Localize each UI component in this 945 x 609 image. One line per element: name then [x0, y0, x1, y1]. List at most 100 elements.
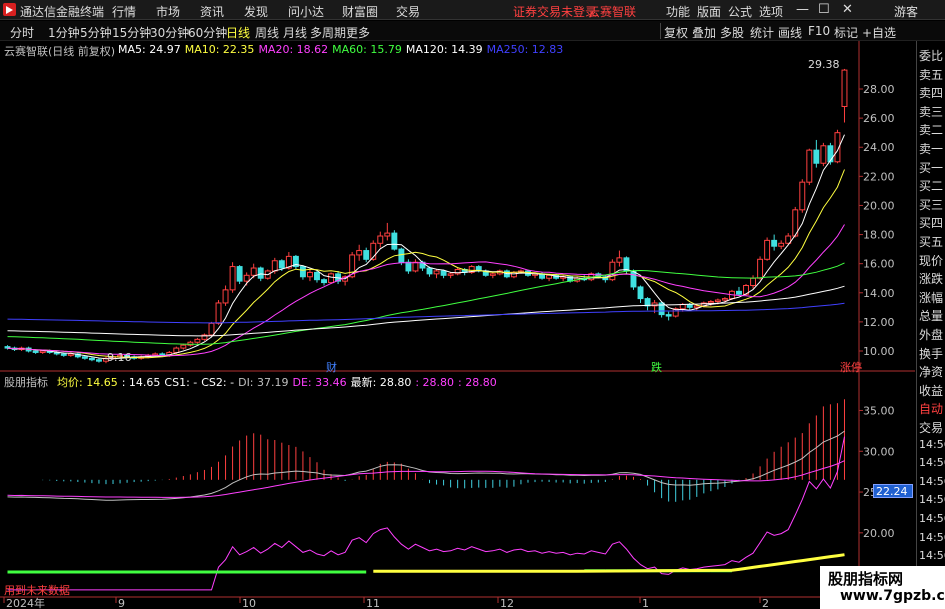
- candle-body: [405, 261, 412, 272]
- sidebar-item-22[interactable]: 14:56: [919, 456, 945, 469]
- period-intraday[interactable]: 分时: [10, 24, 34, 41]
- toolbar-draw[interactable]: 画线: [778, 24, 802, 41]
- sidebar-item-11[interactable]: 现价: [919, 252, 943, 269]
- event-finance-icon[interactable]: 财: [326, 359, 337, 375]
- sidebar-item-26[interactable]: 14:56: [919, 531, 945, 544]
- candle-body: [764, 239, 771, 260]
- period-daily[interactable]: 日线: [226, 24, 250, 41]
- candle-body: [173, 347, 180, 353]
- sidebar-item-2[interactable]: 卖四: [919, 84, 943, 101]
- candle-body: [679, 303, 686, 310]
- period-60min[interactable]: 60分钟: [188, 24, 227, 41]
- candle-body: [714, 299, 721, 303]
- candle-body: [637, 286, 644, 300]
- event-limitup-icon[interactable]: 涨停: [840, 359, 862, 375]
- period-1min[interactable]: 1分钟: [48, 24, 80, 41]
- price-tick-label: 12.00: [863, 316, 895, 329]
- date-tick-label: 9: [118, 597, 125, 609]
- candle-body: [321, 279, 327, 284]
- sidebar-item-9[interactable]: 买四: [919, 214, 943, 231]
- candle-body: [813, 149, 820, 164]
- sidebar-item-21[interactable]: 14:56: [919, 438, 945, 451]
- ma-legend-5: MA250: 12.83: [486, 43, 564, 56]
- menu-formula[interactable]: 公式: [728, 3, 752, 20]
- toolbar-mark[interactable]: 标记: [834, 24, 858, 41]
- period-15min[interactable]: 15分钟: [112, 24, 151, 41]
- period-multi[interactable]: 多周期: [310, 24, 346, 41]
- sidebar-item-20[interactable]: 交易: [919, 419, 943, 436]
- sidebar-item-24[interactable]: 14:56: [919, 493, 945, 506]
- candle-body: [721, 298, 728, 301]
- toolbar-adjust[interactable]: 复权: [664, 24, 688, 41]
- toolbar-stats[interactable]: 统计: [750, 24, 774, 41]
- period-monthly[interactable]: 月线: [283, 24, 307, 41]
- sidebar-item-18[interactable]: 收益: [919, 382, 943, 399]
- sidebar-item-10[interactable]: 买五: [919, 233, 943, 250]
- indicator-legend-5: DE: 33.46: [292, 376, 347, 389]
- period-30min[interactable]: 30分钟: [150, 24, 189, 41]
- sidebar-item-14[interactable]: 总量: [919, 307, 943, 324]
- sidebar-item-23[interactable]: 14:56: [919, 475, 945, 488]
- close-icon[interactable]: ✕: [842, 2, 853, 17]
- candle-body: [67, 353, 74, 356]
- sidebar-item-7[interactable]: 买二: [919, 177, 943, 194]
- sidebar-item-25[interactable]: 14:56: [919, 512, 945, 525]
- menu-item-trade[interactable]: 交易: [396, 3, 420, 20]
- candle-body: [454, 268, 461, 275]
- kline-chart-svg[interactable]: 28.00 26.00 24.00 22.00 20.00 18.00 16.00 14.00…: [0, 41, 915, 609]
- guest-user[interactable]: 游客: [894, 3, 918, 20]
- toolbar-overlay[interactable]: 叠加: [692, 24, 716, 41]
- quote-sidebar: 委比卖五 卖四卖三 卖二卖一买一 买二买三 买四买五现价 涨跌涨幅 总量外盘换手 净资收益 自动…: [916, 41, 945, 609]
- toolbar-f10[interactable]: F10: [808, 24, 830, 38]
- trade-login-status[interactable]: 证券交易未登录: [513, 3, 597, 20]
- candle-body: [208, 322, 215, 336]
- sidebar-item-5[interactable]: 卖一: [919, 140, 943, 157]
- price-tick-label: 22.00: [863, 170, 895, 183]
- maximize-icon[interactable]: ☐: [818, 2, 830, 17]
- period-5min[interactable]: 5分钟: [80, 24, 112, 41]
- menu-item-wealth[interactable]: 财富圈: [342, 3, 378, 20]
- toolbar-multistock[interactable]: 多股: [720, 24, 744, 41]
- indicator-legend-2: CS1: -: [164, 376, 198, 389]
- sidebar-item-6[interactable]: 买一: [919, 159, 943, 176]
- sidebar-item-17[interactable]: 净资: [919, 363, 943, 380]
- sidebar-item-0[interactable]: 委比: [919, 47, 943, 64]
- menu-item-discover[interactable]: 发现: [244, 3, 268, 20]
- period-more[interactable]: 更多: [346, 24, 370, 41]
- candle-body: [194, 338, 201, 343]
- candle-body: [778, 242, 785, 247]
- sidebar-item-16[interactable]: 换手: [919, 345, 943, 362]
- menu-item-market[interactable]: 行情: [112, 3, 136, 20]
- sidebar-item-19[interactable]: 自动: [919, 400, 943, 417]
- menu-item-ask[interactable]: 问小达: [288, 3, 324, 20]
- menu-item-exchange[interactable]: 市场: [156, 3, 180, 20]
- menu-layout[interactable]: 版面: [697, 3, 721, 20]
- sidebar-item-15[interactable]: 外盘: [919, 326, 943, 343]
- menu-function[interactable]: 功能: [666, 3, 690, 20]
- candle-body: [616, 257, 623, 263]
- candle-body: [806, 149, 813, 183]
- support-line-yellow: [373, 553, 845, 573]
- sidebar-item-12[interactable]: 涨跌: [919, 270, 943, 287]
- toolbar-add-watchlist[interactable]: +自选: [862, 24, 896, 41]
- menu-item-news[interactable]: 资讯: [200, 3, 224, 20]
- app-title: 通达信金融终端: [20, 5, 105, 19]
- sidebar-item-4[interactable]: 卖二: [919, 121, 943, 138]
- menu-options[interactable]: 选项: [759, 3, 783, 20]
- candle-body: [391, 232, 398, 250]
- event-drop-icon[interactable]: 跌: [651, 359, 662, 375]
- indicator-legend-8: : 28.80: [458, 376, 497, 389]
- price-tick-label: 24.00: [863, 141, 895, 154]
- candle-body: [88, 357, 95, 361]
- sidebar-item-8[interactable]: 买三: [919, 196, 943, 213]
- sidebar-item-1[interactable]: 卖五: [919, 66, 943, 83]
- sidebar-item-27[interactable]: 14:56: [919, 549, 945, 562]
- ma-legend-3: MA60: 15.79: [332, 43, 402, 56]
- minimize-icon[interactable]: —: [796, 2, 809, 17]
- sidebar-item-13[interactable]: 涨幅: [919, 289, 943, 306]
- candle-body: [81, 356, 88, 359]
- period-weekly[interactable]: 周线: [255, 24, 279, 41]
- candle-body: [440, 270, 447, 276]
- sidebar-item-3[interactable]: 卖三: [919, 103, 943, 120]
- chart-area[interactable]: 28.00 26.00 24.00 22.00 20.00 18.00 16.00 14.00…: [0, 41, 915, 609]
